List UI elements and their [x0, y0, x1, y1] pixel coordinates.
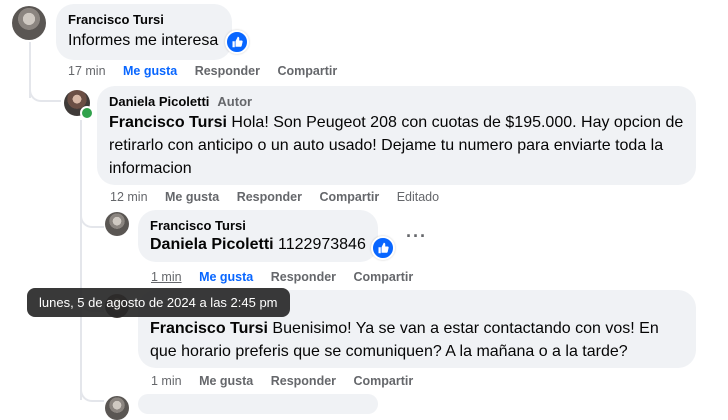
thread-line	[80, 120, 82, 400]
mention-link[interactable]: Francisco Tursi	[109, 114, 227, 131]
thread-connector	[80, 200, 104, 228]
comment-actions: 12 min Me gusta Responder Compartir Edit…	[110, 190, 453, 204]
comment-bubble: Francisco Tursi Daniela Picoletti 112297…	[138, 210, 378, 262]
reply-button[interactable]: Responder	[195, 64, 260, 78]
mention-link[interactable]: Francisco Tursi	[150, 320, 268, 337]
comment-text: Francisco Tursi Buenisimo! Ya se van a e…	[150, 317, 684, 363]
share-button[interactable]: Compartir	[354, 374, 414, 388]
thread-connector	[80, 372, 104, 402]
mention-link[interactable]: Daniela Picoletti	[150, 236, 274, 253]
like-button[interactable]: Me gusta	[165, 190, 219, 204]
comment-author[interactable]: Daniela Picoletti	[109, 94, 209, 109]
like-button[interactable]: Me gusta	[123, 64, 177, 78]
comment-author-row: Daniela Picoletti Autor	[109, 94, 684, 109]
avatar[interactable]	[12, 6, 46, 40]
more-options-icon[interactable]: ···	[406, 226, 427, 247]
timestamp-tooltip: lunes, 5 de agosto de 2024 a las 2:45 pm	[27, 288, 290, 317]
comment-bubble: Francisco Tursi Informes me interesa	[56, 4, 232, 60]
comment-timestamp[interactable]: 12 min	[110, 190, 148, 204]
comment-author[interactable]: Francisco Tursi	[68, 12, 220, 27]
share-button[interactable]: Compartir	[277, 64, 337, 78]
comment-bubble	[138, 394, 378, 414]
share-button[interactable]: Compartir	[319, 190, 379, 204]
comment-text: Francisco Tursi Hola! Son Peugeot 208 co…	[109, 111, 684, 180]
online-status-icon	[80, 106, 94, 120]
reply-button[interactable]: Responder	[271, 270, 336, 284]
reply-button[interactable]: Responder	[237, 190, 302, 204]
comment-timestamp[interactable]: 1 min	[151, 270, 182, 284]
author-badge: Autor	[217, 94, 253, 109]
comment-timestamp[interactable]: 17 min	[68, 64, 106, 78]
avatar[interactable]	[105, 212, 129, 236]
comment-actions: 1 min Me gusta Responder Compartir	[151, 374, 427, 388]
like-button[interactable]: Me gusta	[199, 270, 253, 284]
avatar[interactable]	[105, 396, 129, 420]
comment-timestamp[interactable]: 1 min	[151, 374, 182, 388]
comment-text: Daniela Picoletti 1122973846	[150, 233, 366, 256]
comment-actions: 17 min Me gusta Responder Compartir	[68, 64, 351, 78]
comment-body: 1122973846	[273, 236, 366, 253]
like-thumb-icon[interactable]	[371, 236, 395, 260]
comment-actions: 1 min Me gusta Responder Compartir	[151, 270, 427, 284]
like-thumb-icon[interactable]	[225, 30, 249, 54]
edited-label: Editado	[396, 190, 440, 204]
comment-bubble: Daniela Picoletti Autor Francisco Tursi H…	[97, 86, 696, 185]
thread-connector	[29, 70, 61, 102]
comment-author[interactable]: Francisco Tursi	[150, 218, 366, 233]
like-button[interactable]: Me gusta	[199, 374, 253, 388]
share-button[interactable]: Compartir	[354, 270, 414, 284]
comment-text: Informes me interesa	[68, 32, 219, 49]
reply-button[interactable]: Responder	[271, 374, 336, 388]
